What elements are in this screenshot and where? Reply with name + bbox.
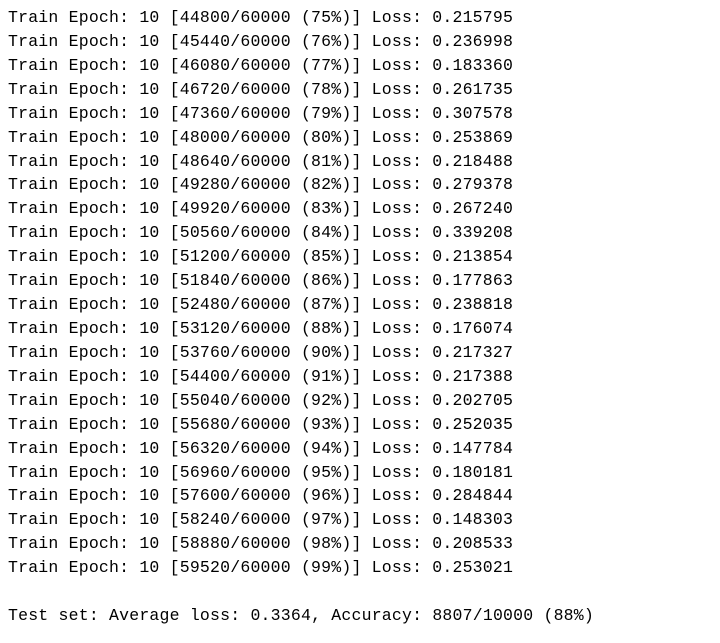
log-line: Train Epoch: 10 [58240/60000 (97%)] Loss… bbox=[8, 508, 712, 532]
log-line: Train Epoch: 10 [49280/60000 (82%)] Loss… bbox=[8, 173, 712, 197]
log-line: Train Epoch: 10 [48000/60000 (80%)] Loss… bbox=[8, 126, 712, 150]
log-line: Train Epoch: 10 [56320/60000 (94%)] Loss… bbox=[8, 437, 712, 461]
log-line: Train Epoch: 10 [51200/60000 (85%)] Loss… bbox=[8, 245, 712, 269]
log-line: Train Epoch: 10 [51840/60000 (86%)] Loss… bbox=[8, 269, 712, 293]
log-line: Train Epoch: 10 [48640/60000 (81%)] Loss… bbox=[8, 150, 712, 174]
log-line: Train Epoch: 10 [46720/60000 (78%)] Loss… bbox=[8, 78, 712, 102]
log-line: Train Epoch: 10 [46080/60000 (77%)] Loss… bbox=[8, 54, 712, 78]
log-line: Train Epoch: 10 [56960/60000 (95%)] Loss… bbox=[8, 461, 712, 485]
summary-prefix: Test set: Average loss: bbox=[8, 606, 250, 625]
test-summary: Test set: Average loss: 0.3364, Accuracy… bbox=[8, 604, 712, 628]
summary-avg-loss: 0.3364 bbox=[250, 606, 311, 625]
log-line: Train Epoch: 10 [44800/60000 (75%)] Loss… bbox=[8, 6, 712, 30]
summary-total: 10000 bbox=[483, 606, 534, 625]
training-log: Train Epoch: 10 [44800/60000 (75%)] Loss… bbox=[8, 6, 712, 580]
log-line: Train Epoch: 10 [55680/60000 (93%)] Loss… bbox=[8, 413, 712, 437]
summary-acc-pct: (88%) bbox=[543, 606, 594, 625]
log-line: Train Epoch: 10 [52480/60000 (87%)] Loss… bbox=[8, 293, 712, 317]
log-line: Train Epoch: 10 [49920/60000 (83%)] Loss… bbox=[8, 197, 712, 221]
log-line: Train Epoch: 10 [57600/60000 (96%)] Loss… bbox=[8, 484, 712, 508]
log-line: Train Epoch: 10 [58880/60000 (98%)] Loss… bbox=[8, 532, 712, 556]
log-line: Train Epoch: 10 [45440/60000 (76%)] Loss… bbox=[8, 30, 712, 54]
log-line: Train Epoch: 10 [47360/60000 (79%)] Loss… bbox=[8, 102, 712, 126]
log-line: Train Epoch: 10 [50560/60000 (84%)] Loss… bbox=[8, 221, 712, 245]
log-line: Train Epoch: 10 [53760/60000 (90%)] Loss… bbox=[8, 341, 712, 365]
summary-acc-label: , Accuracy: bbox=[311, 606, 432, 625]
log-line: Train Epoch: 10 [55040/60000 (92%)] Loss… bbox=[8, 389, 712, 413]
log-line: Train Epoch: 10 [53120/60000 (88%)] Loss… bbox=[8, 317, 712, 341]
terminal-output: Train Epoch: 10 [44800/60000 (75%)] Loss… bbox=[8, 6, 712, 628]
log-line: Train Epoch: 10 [59520/60000 (99%)] Loss… bbox=[8, 556, 712, 580]
summary-correct: 8807 bbox=[432, 606, 472, 625]
log-line: Train Epoch: 10 [54400/60000 (91%)] Loss… bbox=[8, 365, 712, 389]
